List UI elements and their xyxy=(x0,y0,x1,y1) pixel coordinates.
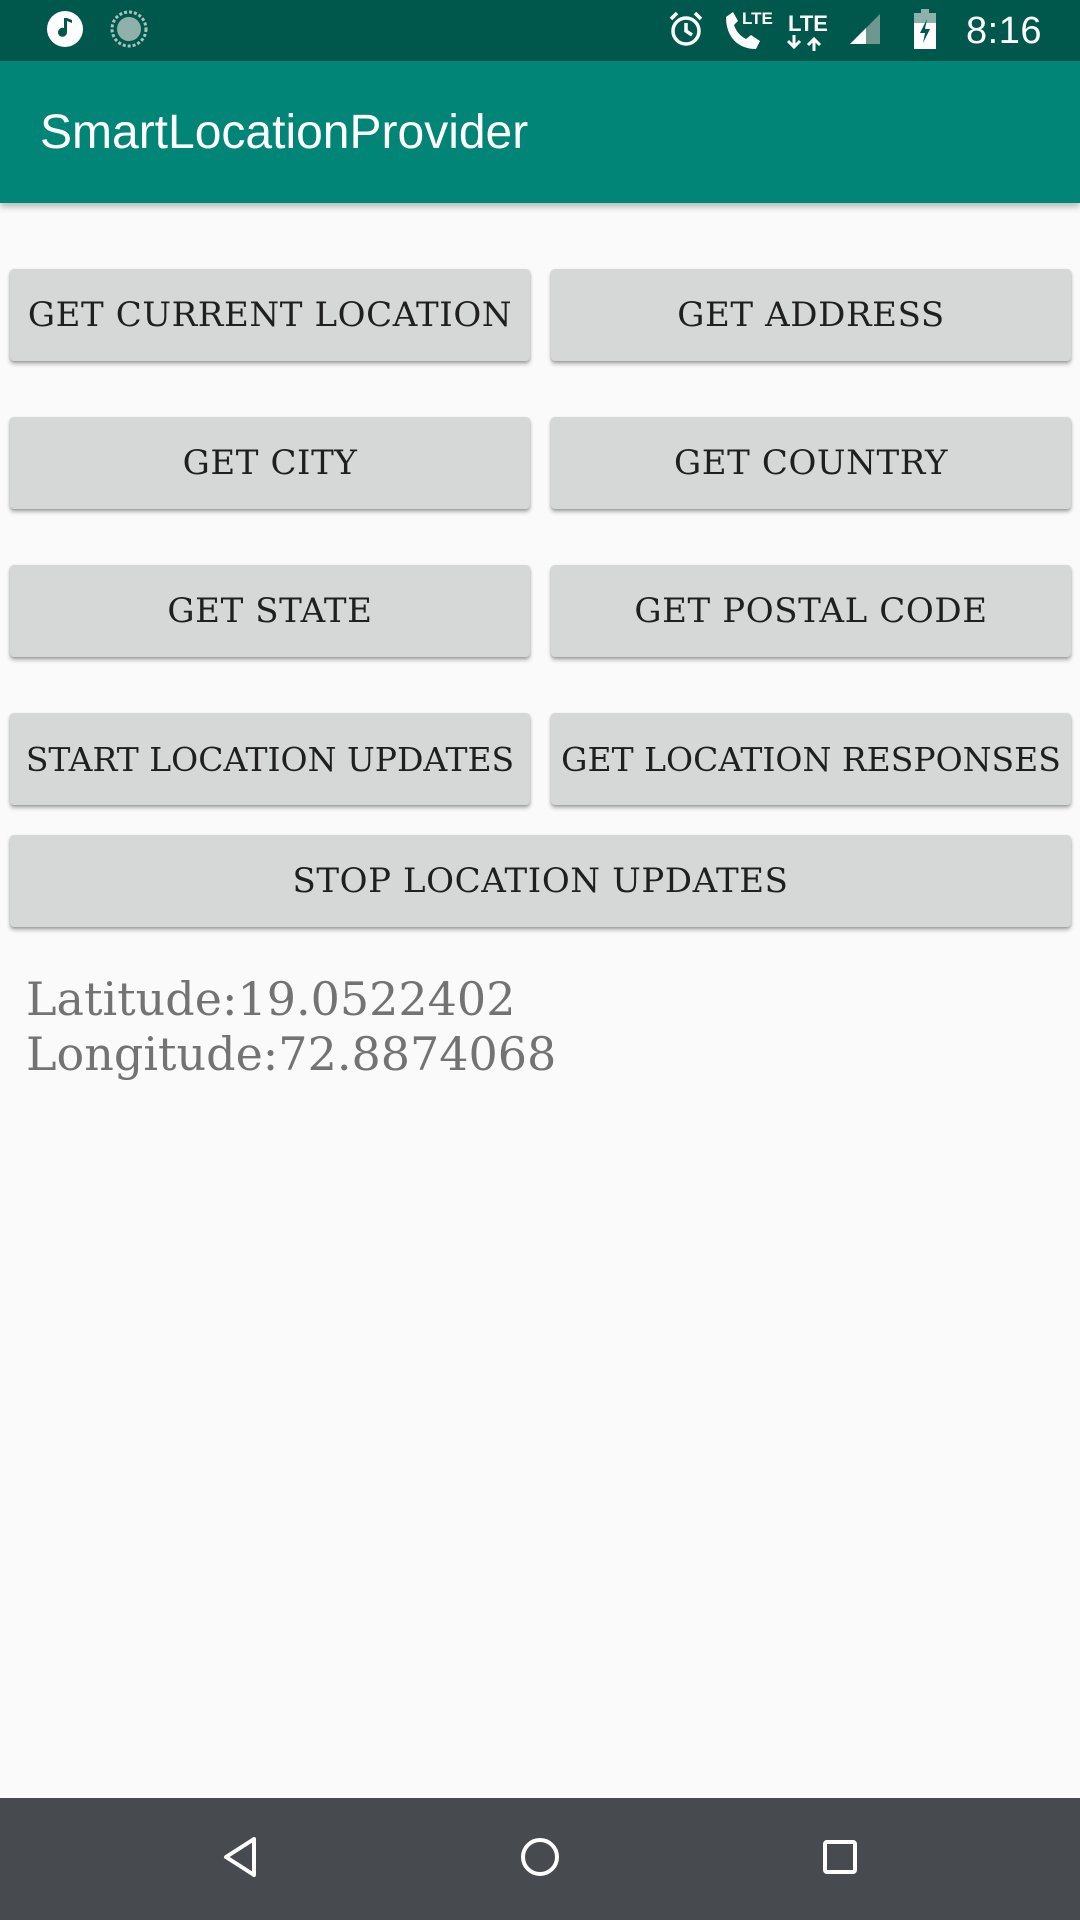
status-bar: LTE LTE 8:16 xyxy=(0,0,1080,61)
back-icon xyxy=(220,1835,260,1884)
home-icon xyxy=(518,1835,562,1884)
location-result-text: Latitude:19.0522402 Longitude:72.8874068 xyxy=(26,972,556,1082)
lte-label-primary: LTE xyxy=(742,9,773,28)
wifi-call-icon: LTE xyxy=(720,9,773,53)
music-note-icon xyxy=(46,10,84,53)
recents-button[interactable] xyxy=(810,1829,870,1889)
longitude-text: Longitude:72.8874068 xyxy=(26,1027,557,1081)
recents-icon xyxy=(820,1837,860,1882)
get-current-location-button[interactable]: GET CURRENT LOCATION xyxy=(10,269,530,361)
signal-icon xyxy=(848,12,882,51)
navigation-bar xyxy=(0,1798,1080,1920)
get-city-button[interactable]: GET CITY xyxy=(10,417,530,509)
get-postal-code-button[interactable]: GET POSTAL CODE xyxy=(551,565,1071,657)
status-time: 8:16 xyxy=(966,9,1042,52)
get-address-button[interactable]: GET ADDRESS xyxy=(551,269,1071,361)
latitude-text: Latitude:19.0522402 xyxy=(26,972,516,1026)
app-title: SmartLocationProvider xyxy=(40,106,529,159)
battery-charging-icon xyxy=(914,8,937,54)
status-left-icons xyxy=(46,10,148,53)
get-location-responses-button[interactable]: GET LOCATION RESPONSES xyxy=(551,713,1071,805)
back-button[interactable] xyxy=(210,1829,270,1889)
stop-location-updates-button[interactable]: STOP LOCATION UPDATES xyxy=(10,835,1071,927)
get-state-button[interactable]: GET STATE xyxy=(10,565,530,657)
app-bar: SmartLocationProvider xyxy=(0,61,1080,203)
sync-icon xyxy=(110,10,148,53)
start-location-updates-button[interactable]: START LOCATION UPDATES xyxy=(10,713,530,805)
get-country-button[interactable]: GET COUNTRY xyxy=(551,417,1071,509)
lte-data-icon: LTE xyxy=(784,9,834,53)
home-button[interactable] xyxy=(510,1829,570,1889)
status-right-icons: LTE LTE 8:16 xyxy=(666,8,1042,54)
alarm-icon xyxy=(666,9,706,54)
